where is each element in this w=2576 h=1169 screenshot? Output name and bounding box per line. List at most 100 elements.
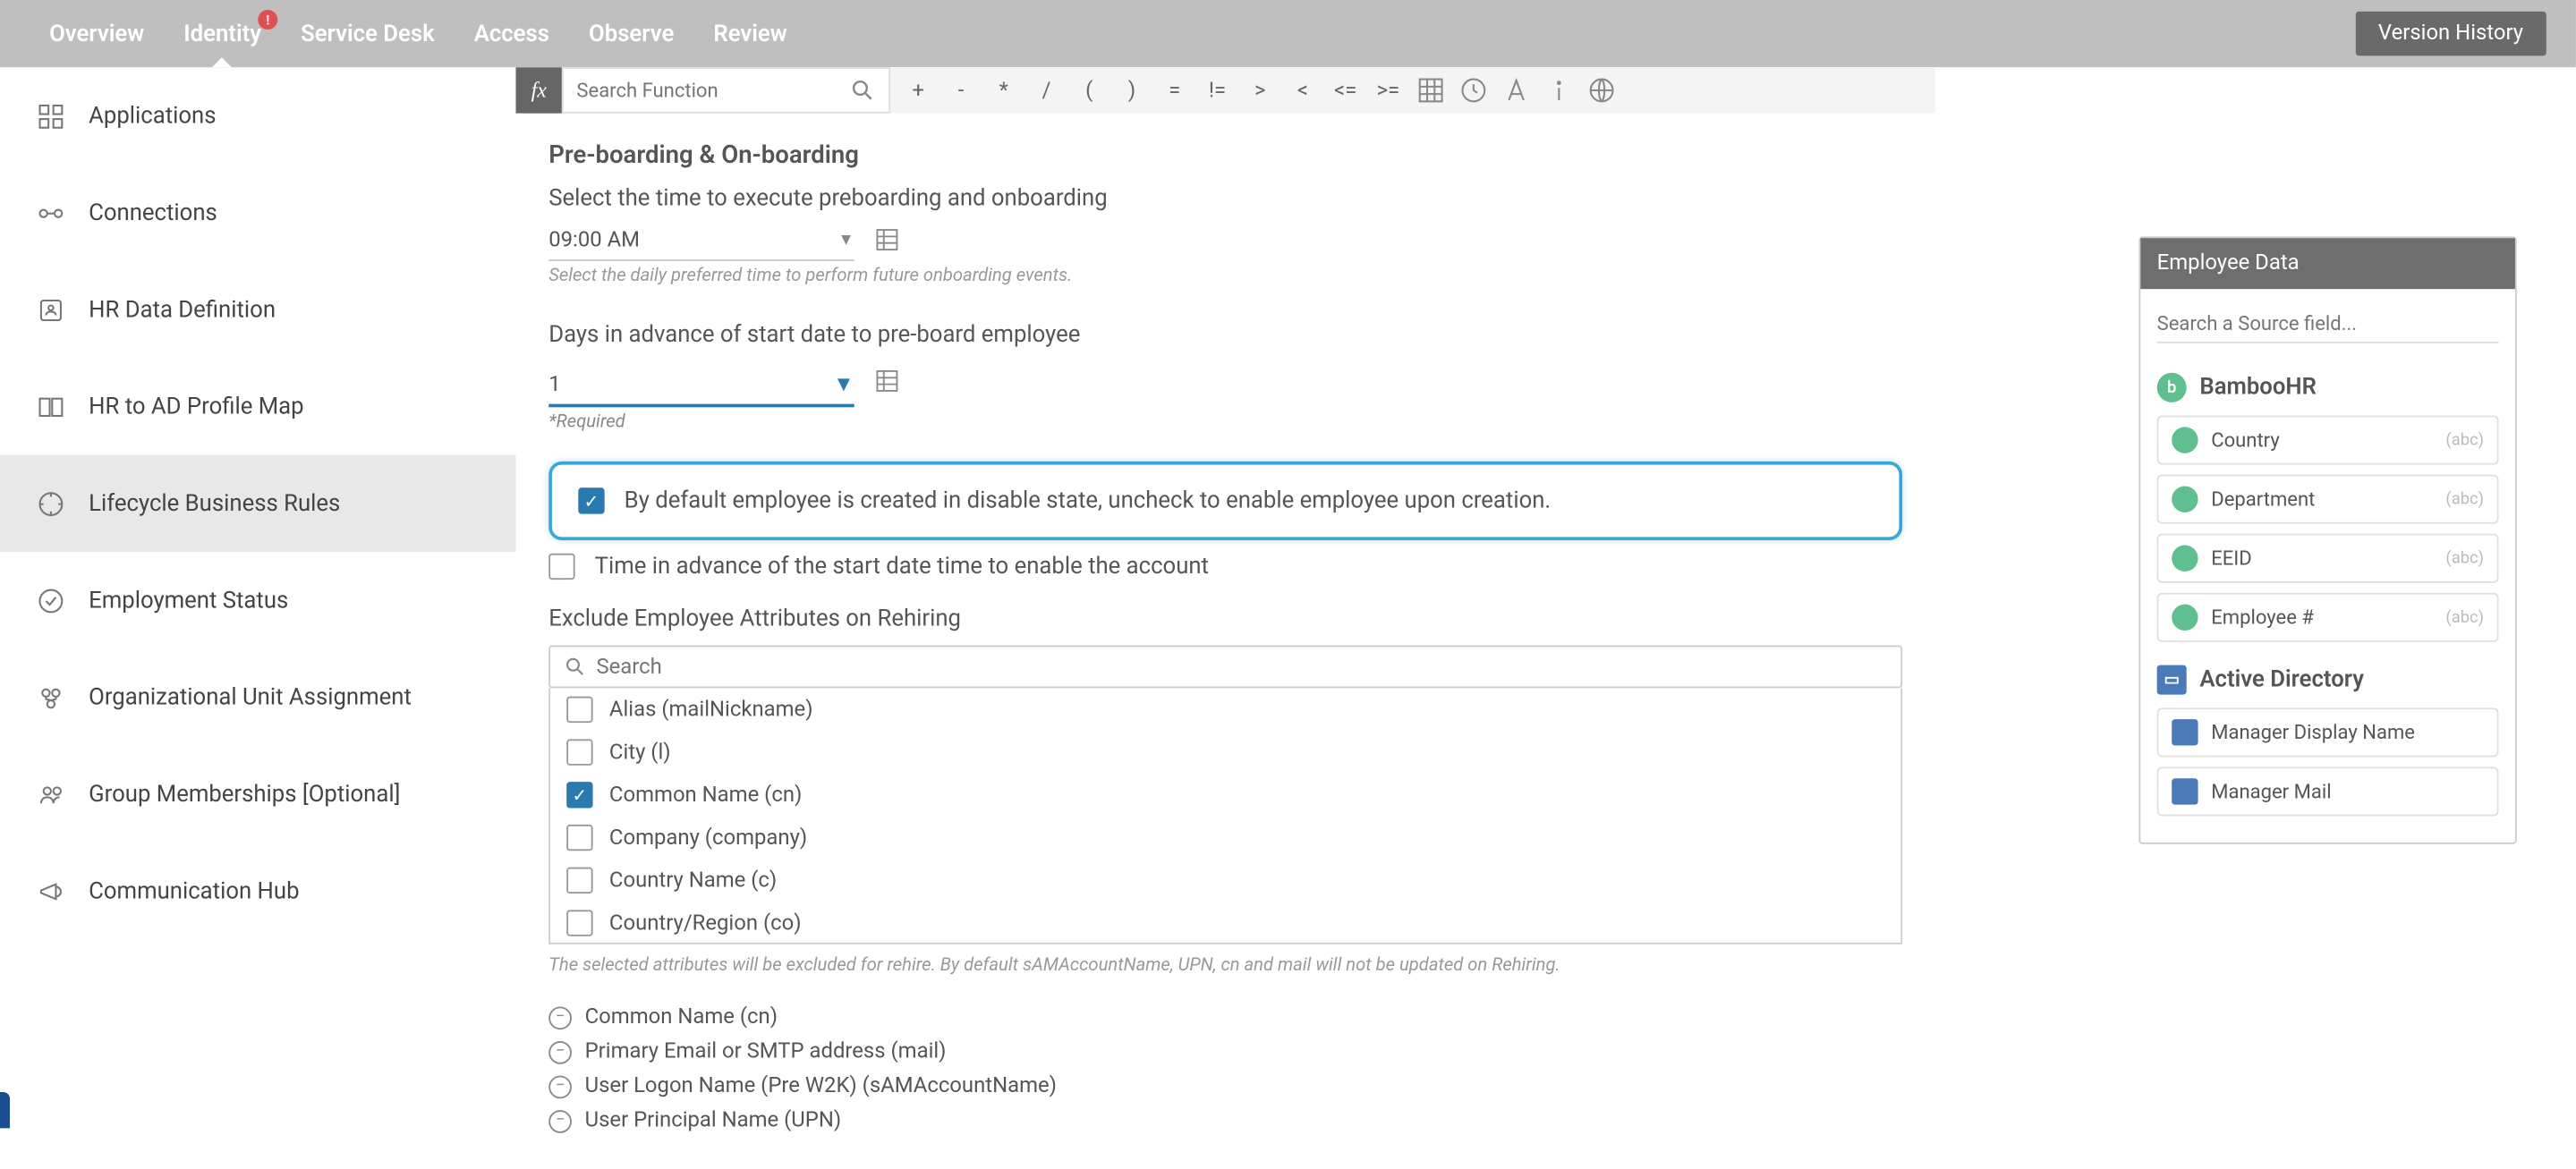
tab-observe[interactable]: Observe <box>569 0 693 67</box>
time-label: Select the time to execute preboarding a… <box>548 185 1902 211</box>
attr-list[interactable]: Alias (mailNickname) City (l) Common Nam… <box>548 688 1902 944</box>
sidebar-item-hr-ad-map[interactable]: HR to AD Profile Map <box>0 358 516 454</box>
attr-checkbox[interactable] <box>566 696 592 722</box>
disable-default-box: By default employee is created in disabl… <box>548 462 1902 540</box>
op-plus[interactable]: + <box>897 67 939 113</box>
sidebar-item-comm[interactable]: Communication Hub <box>0 843 516 939</box>
apps-icon <box>36 101 65 131</box>
disable-checkbox-label: By default employee is created in disabl… <box>625 487 1552 513</box>
field-mgr-mail[interactable]: Manager Mail <box>2157 767 2499 816</box>
field-country[interactable]: Country(abc) <box>2157 416 2499 465</box>
attr-search[interactable] <box>548 646 1902 689</box>
tab-overview[interactable]: Overview <box>30 0 164 67</box>
sidebar-item-label: HR Data Definition <box>89 296 276 322</box>
sidebar-item-applications[interactable]: Applications <box>0 67 516 164</box>
excluded-row: −Primary Email or SMTP address (mail) <box>548 1039 1902 1064</box>
excluded-row: −User Logon Name (Pre W2K) (sAMAccountNa… <box>548 1074 1902 1099</box>
source-ad[interactable]: ▭ Active Directory <box>2157 665 2499 695</box>
source-bamboohr[interactable]: b BambooHR <box>2157 373 2499 402</box>
info-tool-icon[interactable] <box>1537 67 1580 113</box>
field-label: Country <box>2211 428 2280 452</box>
attr-row[interactable]: Country/Region (co) <box>550 902 1900 945</box>
excluded-label: Primary Email or SMTP address (mail) <box>585 1039 947 1064</box>
tab-access[interactable]: Access <box>455 0 569 67</box>
time-select[interactable]: 09:00 AM ▼ <box>548 222 854 261</box>
op-lparen[interactable]: ( <box>1067 67 1110 113</box>
days-select[interactable]: 1 ▼ <box>548 365 854 408</box>
sidebar-item-emp-status[interactable]: Employment Status <box>0 552 516 648</box>
attr-row[interactable]: Alias (mailNickname) <box>550 688 1900 731</box>
attr-row[interactable]: Company (company) <box>550 816 1900 859</box>
source-name: Active Directory <box>2199 666 2364 692</box>
clock-tool-icon[interactable] <box>1452 67 1495 113</box>
function-search[interactable] <box>562 67 890 113</box>
table-tool-icon[interactable] <box>1409 67 1452 113</box>
op-div[interactable]: / <box>1025 67 1068 113</box>
attr-checkbox[interactable] <box>566 782 592 808</box>
time-advance-checkbox[interactable] <box>548 554 574 580</box>
field-employee-num[interactable]: Employee #(abc) <box>2157 593 2499 642</box>
field-icon <box>2172 605 2198 631</box>
op-mult[interactable]: * <box>982 67 1025 113</box>
exclude-label: Exclude Employee Attributes on Rehiring <box>548 606 1902 631</box>
attr-checkbox[interactable] <box>566 825 592 851</box>
excluded-label: User Principal Name (UPN) <box>585 1108 842 1133</box>
section-title: Pre-boarding & On-boarding <box>548 140 1902 169</box>
op-neq[interactable]: != <box>1196 67 1239 113</box>
field-mgr-display[interactable]: Manager Display Name <box>2157 707 2499 757</box>
field-type: (abc) <box>2445 490 2484 508</box>
attr-label: Country Name (c) <box>609 868 777 893</box>
sidebar-item-hr-data[interactable]: HR Data Definition <box>0 261 516 358</box>
tab-service-desk[interactable]: Service Desk <box>281 0 455 67</box>
field-department[interactable]: Department(abc) <box>2157 475 2499 524</box>
op-rparen[interactable]: ) <box>1110 67 1153 113</box>
attr-row[interactable]: Common Name (cn) <box>550 774 1900 817</box>
remove-icon[interactable]: − <box>548 1006 572 1029</box>
function-search-input[interactable] <box>576 79 849 102</box>
sidebar-item-connections[interactable]: Connections <box>0 165 516 261</box>
formula-bar: fx + - * / ( ) = != > < <= >= <box>516 67 1935 113</box>
op-gt[interactable]: > <box>1238 67 1281 113</box>
time-value: 09:00 AM <box>548 228 640 253</box>
sidebar-item-label: Applications <box>89 103 216 129</box>
field-eeid[interactable]: EEID(abc) <box>2157 534 2499 583</box>
font-tool-icon[interactable] <box>1495 67 1538 113</box>
fx-icon[interactable]: fx <box>516 67 562 113</box>
bamboohr-icon: b <box>2157 373 2187 402</box>
sidebar-item-ou[interactable]: Organizational Unit Assignment <box>0 648 516 745</box>
op-eq[interactable]: = <box>1153 67 1196 113</box>
op-lte[interactable]: <= <box>1324 67 1367 113</box>
attr-checkbox[interactable] <box>566 739 592 765</box>
sidebar-item-label: HR to AD Profile Map <box>89 394 303 419</box>
sidebar-item-lifecycle[interactable]: Lifecycle Business Rules <box>0 455 516 552</box>
time-advance-label: Time in advance of the start date time t… <box>595 554 1209 580</box>
op-lt[interactable]: < <box>1281 67 1324 113</box>
tab-identity[interactable]: Identity ! <box>164 0 281 67</box>
attr-row[interactable]: City (l) <box>550 731 1900 774</box>
form-area: Pre-boarding & On-boarding Select the ti… <box>516 114 1935 1169</box>
attr-label: Company (company) <box>609 826 807 851</box>
attr-checkbox[interactable] <box>566 910 592 936</box>
field-icon <box>2172 778 2198 804</box>
sidebar-item-label: Group Memberships [Optional] <box>89 781 400 807</box>
remove-icon[interactable]: − <box>548 1109 572 1132</box>
disable-checkbox[interactable] <box>578 487 604 513</box>
source-search-input[interactable] <box>2157 305 2499 343</box>
globe-tool-icon[interactable] <box>1580 67 1623 113</box>
attr-search-input[interactable] <box>596 655 1887 680</box>
tab-review[interactable]: Review <box>693 0 806 67</box>
attr-row[interactable]: Country Name (c) <box>550 859 1900 902</box>
sidebar-item-label: Employment Status <box>89 587 288 613</box>
remove-icon[interactable]: − <box>548 1040 572 1063</box>
remove-icon[interactable]: − <box>548 1075 572 1098</box>
tab-identity-label: Identity <box>183 21 261 47</box>
op-gte[interactable]: >= <box>1367 67 1410 113</box>
field-label: Manager Mail <box>2211 780 2331 803</box>
sidebar-item-groups[interactable]: Group Memberships [Optional] <box>0 746 516 843</box>
op-minus[interactable]: - <box>939 67 982 113</box>
time-hint: Select the daily preferred time to perfo… <box>548 265 1902 286</box>
table-icon[interactable] <box>874 368 904 397</box>
table-icon[interactable] <box>874 226 904 256</box>
version-history-button[interactable]: Version History <box>2355 12 2546 56</box>
attr-checkbox[interactable] <box>566 867 592 893</box>
